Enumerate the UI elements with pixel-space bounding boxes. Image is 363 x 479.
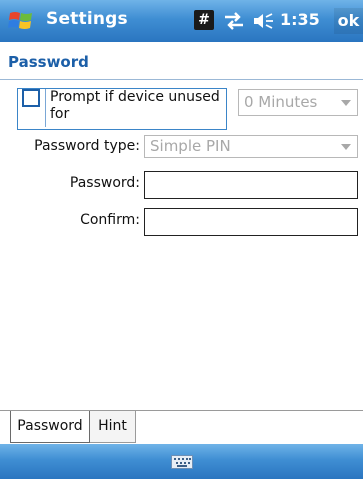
password-type-value: Simple PIN (150, 137, 231, 155)
confirm-input[interactable] (144, 208, 358, 236)
connectivity-arrows-icon[interactable] (222, 10, 246, 32)
minutes-dropdown-value: 0 Minutes (244, 93, 318, 111)
prompt-checkbox[interactable] (22, 89, 40, 107)
password-label: Password: (69, 175, 140, 191)
windows-flag-icon[interactable] (8, 8, 34, 34)
prompt-checkbox-label[interactable]: Prompt if device unused for (50, 89, 226, 123)
chevron-down-icon (341, 99, 351, 106)
password-type-dropdown[interactable]: Simple PIN (144, 135, 358, 158)
speaker-volume-icon[interactable] (252, 11, 274, 31)
keyboard-icon[interactable] (171, 455, 193, 469)
clock-time[interactable]: 1:35 (280, 10, 320, 29)
app-title: Settings (46, 9, 128, 29)
ok-button[interactable]: ok (334, 8, 363, 34)
tab-hint[interactable]: Hint (90, 411, 136, 443)
heading-divider (0, 79, 363, 80)
confirm-label: Confirm: (80, 212, 140, 228)
title-bar: Settings # 1:35 ok (0, 0, 363, 42)
tab-password[interactable]: Password (10, 411, 90, 443)
password-input[interactable] (144, 171, 358, 199)
page-title: Password (8, 53, 89, 71)
input-mode-indicator[interactable]: # (194, 10, 214, 30)
chevron-down-icon (341, 143, 351, 150)
password-type-label: Password type: (34, 138, 140, 154)
checkbox-divider (45, 89, 46, 127)
minutes-dropdown[interactable]: 0 Minutes (238, 89, 358, 116)
